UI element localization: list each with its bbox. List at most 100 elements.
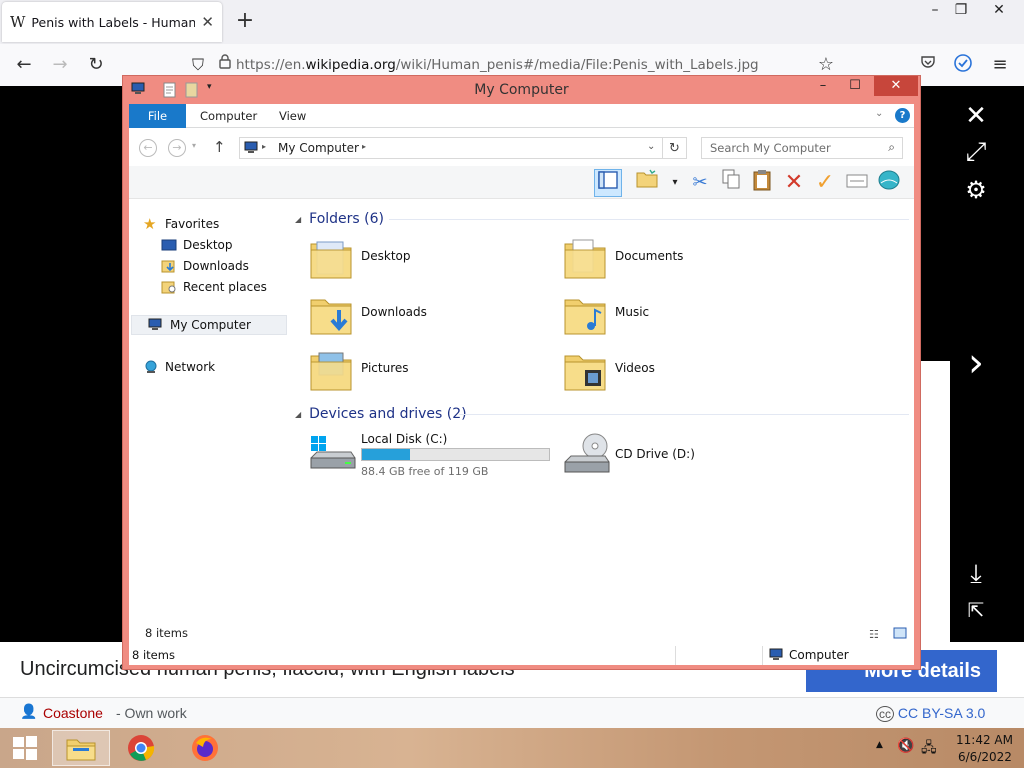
fullscreen-icon[interactable]: ⤢ bbox=[962, 138, 990, 166]
taskbar-chrome-button[interactable] bbox=[112, 730, 170, 766]
back-nav-icon[interactable]: ← bbox=[139, 139, 157, 157]
folder-tile-pictures[interactable]: Pictures bbox=[305, 346, 555, 396]
new-folder-dropdown-icon[interactable]: ▾ bbox=[661, 169, 689, 197]
large-icons-view-icon[interactable] bbox=[893, 627, 907, 642]
rename-check-icon[interactable]: ✓ bbox=[811, 169, 839, 197]
url-bar[interactable]: https://en.wikipedia.org/wiki/Human_peni… bbox=[236, 53, 846, 77]
reload-icon[interactable]: ↻ bbox=[84, 53, 108, 77]
close-window-button[interactable]: ✕ bbox=[874, 76, 918, 96]
author-link[interactable]: Coastone bbox=[43, 705, 103, 721]
address-bar[interactable]: ▸ My Computer ▸ ⌄ bbox=[239, 137, 663, 159]
taskbar-explorer-button[interactable] bbox=[52, 730, 110, 766]
extension-check-icon[interactable] bbox=[951, 53, 975, 77]
content-pane: ◢ Folders (6) Desktop Documents Download… bbox=[145, 200, 914, 641]
tray-expand-icon[interactable]: ▲ bbox=[876, 740, 883, 750]
my-computer-icon bbox=[148, 318, 164, 332]
refresh-icon[interactable]: ↻ bbox=[663, 137, 687, 159]
folder-tile-desktop[interactable]: Desktop bbox=[305, 234, 555, 284]
preview-pane-icon[interactable] bbox=[594, 169, 622, 197]
back-arrow-icon[interactable]: ← bbox=[12, 53, 36, 77]
folder-label: Videos bbox=[615, 361, 655, 375]
status-bar: 8 items Computer bbox=[129, 646, 914, 665]
up-arrow-icon[interactable]: ↑ bbox=[213, 138, 226, 156]
tab-title: Penis with Labels - Human peni bbox=[31, 14, 196, 30]
close-tab-icon[interactable]: ✕ bbox=[201, 13, 214, 31]
help-icon[interactable]: ? bbox=[895, 108, 910, 123]
share-icon[interactable]: ⇱ bbox=[962, 596, 990, 624]
search-icon[interactable]: ⌕ bbox=[888, 140, 895, 155]
tab-view[interactable]: View bbox=[267, 104, 318, 128]
status-location-label: Computer bbox=[789, 648, 849, 662]
pocket-icon[interactable] bbox=[916, 53, 940, 77]
ribbon-expand-icon[interactable]: ⌄ bbox=[875, 108, 883, 119]
license-label: CC BY-SA 3.0 bbox=[897, 705, 986, 721]
lock-icon[interactable] bbox=[213, 53, 237, 77]
delete-x-icon[interactable]: ✕ bbox=[780, 169, 808, 197]
drive-tile-c[interactable]: Local Disk (C:) 88.4 GB free of 119 GB bbox=[307, 430, 550, 480]
folders-header-label: Folders (6) bbox=[309, 211, 384, 227]
next-image-icon[interactable]: › bbox=[962, 343, 990, 383]
breadcrumb-arrow-icon[interactable]: ▸ bbox=[262, 142, 266, 151]
folder-tile-downloads[interactable]: Downloads bbox=[305, 290, 555, 340]
devices-group-header[interactable]: ◢ Devices and drives (2) bbox=[295, 404, 467, 424]
new-tab-button[interactable]: + bbox=[232, 8, 258, 34]
properties-toolbar-icon[interactable] bbox=[843, 169, 871, 197]
group-divider bbox=[389, 219, 909, 220]
start-button[interactable] bbox=[0, 730, 50, 766]
bookmark-star-icon[interactable]: ☆ bbox=[814, 53, 838, 77]
forward-arrow-icon[interactable]: → bbox=[48, 53, 72, 77]
breadcrumb[interactable]: My Computer bbox=[278, 141, 359, 155]
browser-tabbar: W Penis with Labels - Human peni ✕ + – ❐… bbox=[0, 0, 1024, 44]
nav-my-computer[interactable]: My Computer bbox=[131, 315, 287, 335]
taskbar-firefox-button[interactable] bbox=[176, 730, 234, 766]
minimize-window-button[interactable]: – bbox=[809, 76, 837, 96]
tab-file[interactable]: File bbox=[129, 104, 186, 128]
new-folder-icon[interactable] bbox=[633, 169, 661, 197]
nav-my-computer-label: My Computer bbox=[170, 318, 251, 332]
window-titlebar[interactable]: ▾ My Computer – ☐ ✕ bbox=[123, 76, 920, 104]
nav-favorites[interactable]: ★ Favorites bbox=[143, 214, 219, 234]
folder-label: Downloads bbox=[361, 305, 427, 319]
tab-computer[interactable]: Computer bbox=[188, 104, 269, 128]
breadcrumb-arrow-icon[interactable]: ▸ bbox=[362, 142, 366, 151]
settings-gear-icon[interactable]: ⚙ bbox=[962, 176, 990, 204]
network-tray-icon[interactable]: 🖧 bbox=[921, 737, 937, 761]
browser-tab[interactable]: W Penis with Labels - Human peni ✕ bbox=[2, 2, 222, 42]
close-browser-button[interactable]: ✕ bbox=[984, 2, 1014, 20]
command-toolbar: ▾ ✂ ✕ ✓ bbox=[129, 166, 914, 199]
clock-date[interactable]: 6/6/2022 bbox=[958, 750, 1012, 764]
nav-network[interactable]: Network bbox=[143, 357, 215, 377]
forward-nav-icon[interactable]: → bbox=[168, 139, 186, 157]
drive-tile-d[interactable]: CD Drive (D:) bbox=[561, 430, 801, 480]
navigation-pane: ★ Favorites Desktop Downloads Recent pla… bbox=[129, 200, 289, 630]
folders-group-header[interactable]: ◢ Folders (6) bbox=[295, 209, 384, 229]
address-dropdown-icon[interactable]: ⌄ bbox=[647, 141, 655, 152]
wikipedia-favicon-icon: W bbox=[10, 13, 26, 31]
copy-icon[interactable] bbox=[717, 169, 745, 197]
download-icon[interactable]: ⤓ bbox=[962, 560, 990, 588]
close-viewer-icon[interactable]: ✕ bbox=[962, 102, 990, 130]
music-folder-icon bbox=[564, 299, 606, 335]
shield-icon[interactable]: ⛉ bbox=[186, 53, 210, 77]
cc-icon: cc bbox=[876, 706, 894, 722]
folder-tile-documents[interactable]: Documents bbox=[559, 234, 809, 284]
clock-time[interactable]: 11:42 AM bbox=[956, 733, 1013, 747]
shell-globe-icon[interactable] bbox=[875, 169, 903, 197]
nav-downloads[interactable]: Downloads bbox=[161, 256, 249, 276]
nav-recent-places[interactable]: Recent places bbox=[161, 277, 267, 297]
nav-desktop[interactable]: Desktop bbox=[161, 235, 233, 255]
details-view-icon[interactable]: ☷ bbox=[869, 628, 879, 641]
recent-locations-icon[interactable]: ▾ bbox=[192, 141, 196, 150]
folder-tile-videos[interactable]: Videos bbox=[559, 346, 809, 396]
maximize-window-button[interactable]: ☐ bbox=[841, 76, 869, 96]
volume-muted-icon[interactable]: 🔇 bbox=[897, 738, 914, 754]
paste-clipboard-icon[interactable] bbox=[748, 169, 776, 197]
license-link[interactable]: cc CC BY-SA 3.0 bbox=[876, 705, 986, 722]
restore-browser-button[interactable]: ❐ bbox=[946, 2, 976, 20]
downloads-icon bbox=[161, 259, 177, 273]
menu-hamburger-icon[interactable]: ≡ bbox=[988, 53, 1012, 77]
folder-tile-music[interactable]: Music bbox=[559, 290, 809, 340]
search-input[interactable]: Search My Computer ⌕ bbox=[701, 137, 903, 159]
collapse-triangle-icon: ◢ bbox=[295, 409, 302, 419]
cut-scissors-icon[interactable]: ✂ bbox=[686, 169, 714, 197]
